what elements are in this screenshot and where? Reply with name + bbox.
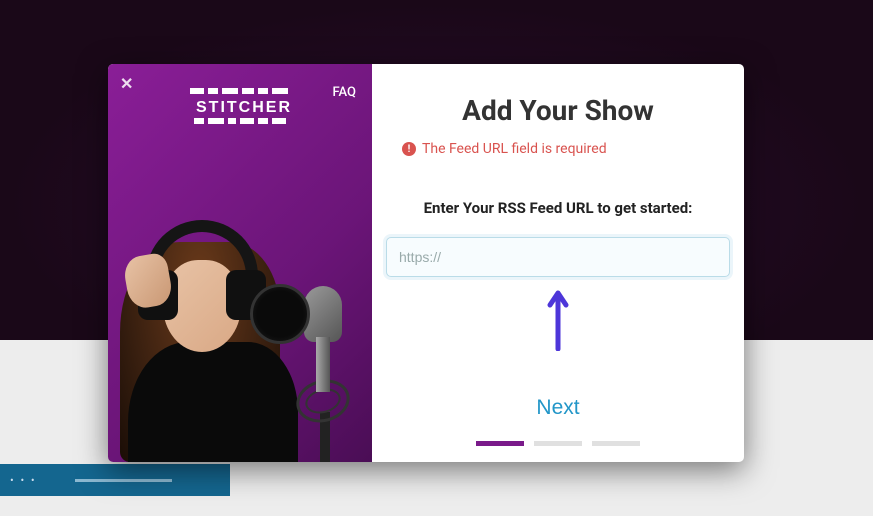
modal-content: Add Your Show ! The Feed URL field is re… [372, 64, 744, 462]
next-button[interactable]: Next [536, 396, 579, 420]
pointer-arrow-icon [547, 289, 569, 351]
svg-text:STITCHER: STITCHER [196, 99, 292, 116]
close-icon[interactable]: ✕ [120, 74, 133, 93]
error-message: ! The Feed URL field is required [402, 141, 607, 157]
faq-link[interactable]: FAQ [332, 85, 356, 100]
error-icon: ! [402, 142, 416, 156]
toolbar-dots-icon: • • • [10, 474, 37, 487]
rss-prompt-label: Enter Your RSS Feed URL to get started: [424, 199, 693, 217]
progress-indicator [476, 441, 640, 446]
error-text: The Feed URL field is required [422, 141, 607, 157]
stitcher-logo: STITCHER [190, 88, 298, 128]
progress-step-2 [534, 441, 582, 446]
bottom-toolbar: • • • [0, 464, 230, 496]
modal-title: Add Your Show [462, 94, 654, 127]
rss-url-input[interactable] [386, 237, 730, 277]
podcaster-illustration [108, 202, 372, 462]
progress-step-1 [476, 441, 524, 446]
add-show-modal: ✕ FAQ STITCHER [108, 64, 744, 462]
progress-step-3 [592, 441, 640, 446]
modal-sidebar: ✕ FAQ STITCHER [108, 64, 372, 462]
toolbar-progress-line [75, 479, 172, 482]
